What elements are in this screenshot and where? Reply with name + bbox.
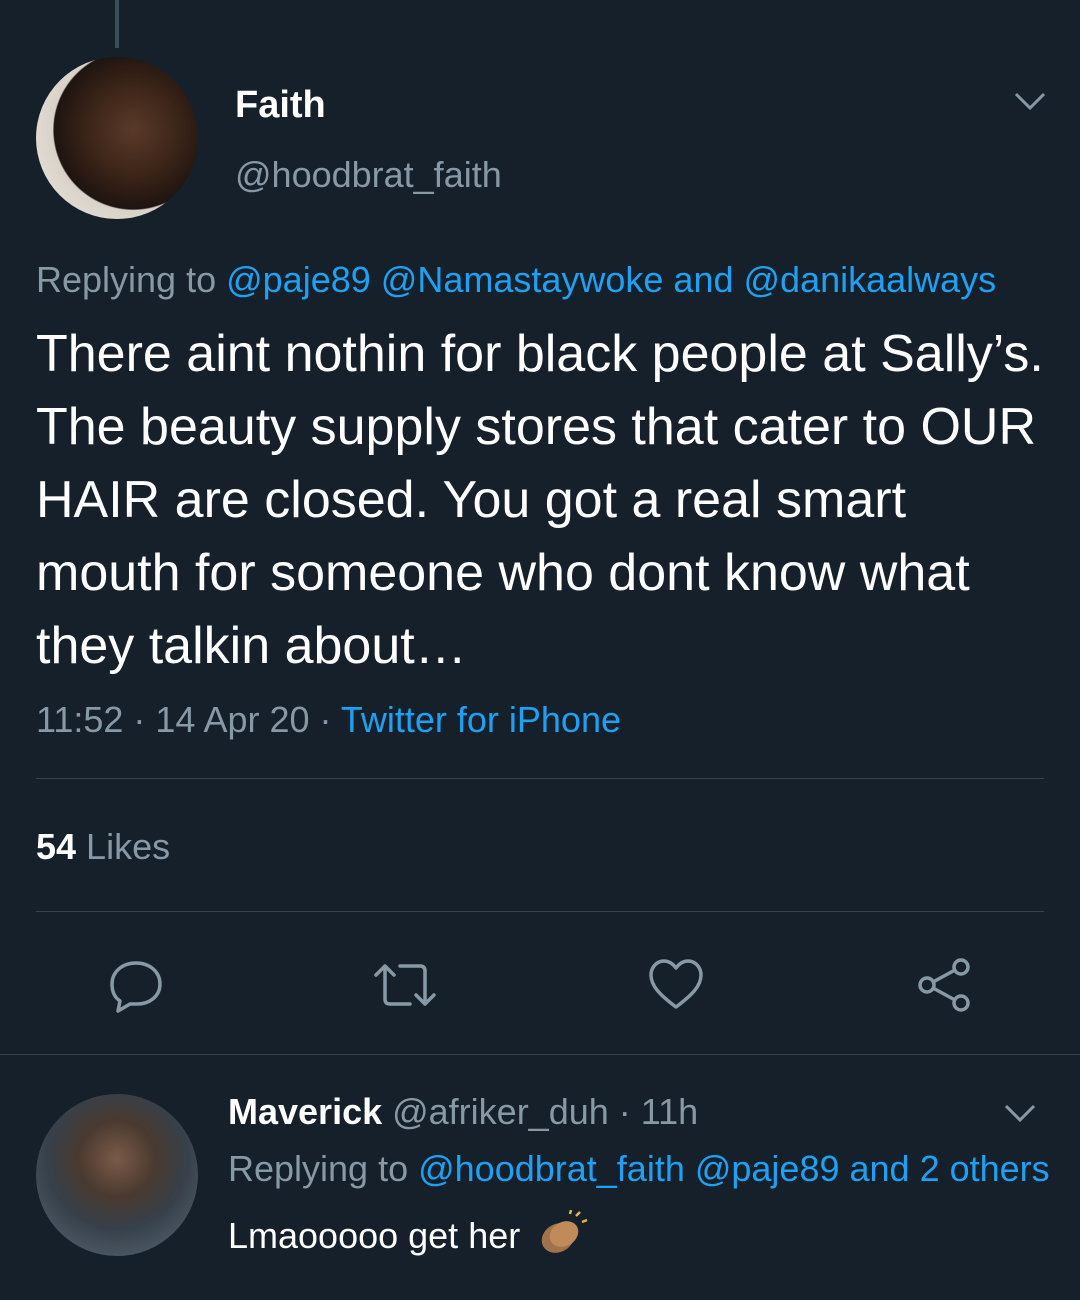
reply-text: Lmaooooo get her: [228, 1215, 521, 1257]
chevron-down-icon[interactable]: [1000, 1098, 1040, 1133]
reply-author-name[interactable]: Maverick: [228, 1091, 382, 1132]
replying-to: Replying to @paje89 @Namastaywoke and @d…: [36, 259, 996, 301]
tweet-text: There aint nothin for black people at Sa…: [36, 325, 1044, 675]
mention-link[interactable]: @paje89: [685, 1148, 840, 1189]
author-name[interactable]: Faith: [235, 84, 326, 127]
chevron-down-icon[interactable]: [1010, 86, 1050, 121]
likes-label: Likes: [76, 826, 171, 867]
avatar[interactable]: [36, 57, 198, 219]
replying-to: Replying to @hoodbrat_faith @paje89 and …: [228, 1148, 1050, 1190]
tweet-source[interactable]: Twitter for iPhone: [341, 699, 621, 740]
divider: [36, 778, 1044, 779]
avatar[interactable]: [36, 1094, 198, 1256]
divider: [0, 1054, 1080, 1055]
mention-link[interactable]: @Namastaywoke: [381, 259, 664, 300]
mention-link[interactable]: @paje89: [226, 259, 371, 300]
reply-header: Maverick @afriker_duh · 11h: [228, 1091, 698, 1133]
tweet-meta: 11:52 · 14 Apr 20 · Twitter for iPhone: [36, 699, 621, 741]
retweet-icon[interactable]: [370, 955, 436, 1015]
clapping-hands-icon: [536, 1209, 588, 1267]
reply-text-row: Lmaooooo get her: [228, 1209, 588, 1267]
replying-others[interactable]: and 2 others: [840, 1148, 1050, 1189]
reply-icon[interactable]: [106, 955, 166, 1015]
share-icon[interactable]: [915, 955, 975, 1015]
mention-link[interactable]: @hoodbrat_faith: [418, 1148, 685, 1189]
likes-count[interactable]: 54 Likes: [36, 826, 170, 868]
thread-connector-line: [115, 0, 119, 48]
divider: [36, 911, 1044, 912]
author-handle[interactable]: @hoodbrat_faith: [235, 154, 502, 196]
replying-prefix: Replying to: [228, 1148, 419, 1189]
like-icon[interactable]: [646, 955, 706, 1015]
replying-prefix: Replying to: [36, 259, 227, 300]
mention-link[interactable]: @danikaalways: [744, 259, 997, 300]
replying-and: and: [663, 259, 744, 300]
reply-timestamp: · 11h: [608, 1091, 699, 1132]
likes-number: 54: [36, 826, 77, 867]
reply-author-handle[interactable]: @afriker_duh: [382, 1091, 609, 1132]
tweet-timestamp[interactable]: 11:52 · 14 Apr 20 ·: [36, 699, 341, 740]
